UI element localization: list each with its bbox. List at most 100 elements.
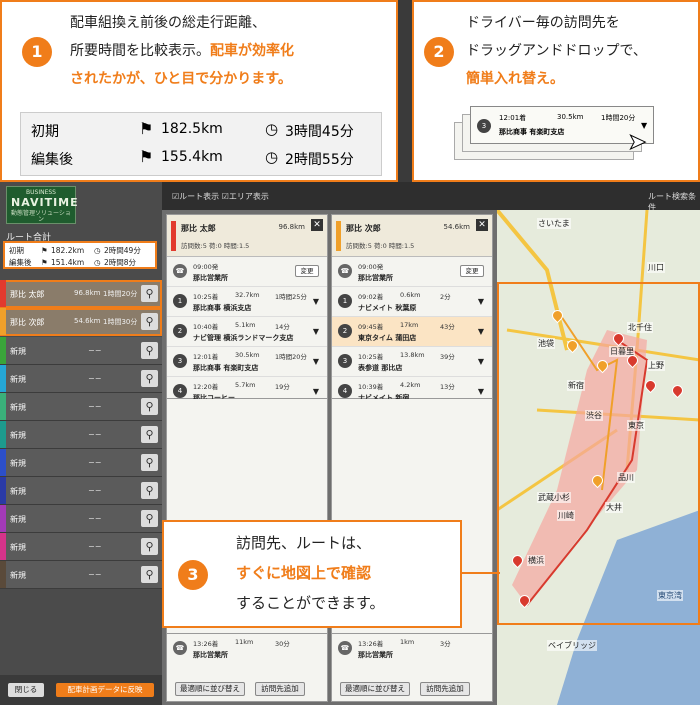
summary-time: 2時間8分 — [104, 258, 137, 267]
map-pin-icon[interactable]: ⚲ — [141, 566, 158, 583]
phone-icon: ☎ — [173, 264, 187, 278]
summary-distance: 182.2km — [51, 246, 85, 255]
callout-line: することができます。 — [236, 594, 385, 612]
map-pin-icon[interactable]: ⚲ — [141, 510, 158, 527]
visit-stop[interactable]: 1 10:25着 32.7km 1時間25分 那比商事 横浜支店 ▼ — [167, 287, 327, 317]
stop-distance: 5.1km — [235, 321, 256, 329]
stop-distance: 0.6km — [400, 291, 421, 299]
driver-row[interactable]: 那比 太郎 96.8km 1時間20分 ⚲ — [0, 280, 162, 308]
callout-drag-drop: 2 ドライバー毎の訪問先を ドラッグアンドドロップで、 簡単入れ替え。 3 12… — [412, 0, 700, 182]
driver-row[interactable]: 那比 次郎 54.6km 1時間30分 ⚲ — [0, 308, 162, 336]
summary-row-edited: 編集後 ⚑ 151.4km ◷ 2時間8分 — [9, 257, 151, 269]
stop-duration: 1時間20分 — [601, 114, 636, 122]
map-pin-icon[interactable]: ⚲ — [141, 482, 158, 499]
close-button[interactable]: 閉じる — [8, 683, 44, 697]
map-pin-icon[interactable]: ⚲ — [141, 342, 158, 359]
driver-name: 新規 — [10, 459, 26, 468]
stop-number: 2 — [338, 324, 352, 338]
depart-time: 09:00発 — [193, 263, 219, 271]
stop-number: 4 — [173, 384, 187, 398]
driver-time: 1時間20分 — [103, 290, 138, 298]
driver-row[interactable]: 新規 −− ⚲ — [0, 393, 162, 421]
map-pin-icon[interactable]: ⚲ — [141, 285, 158, 302]
visit-stop[interactable]: 2 10:40着 5.1km 14分 ナビ管理 横浜ランドマーク支店 ▼ — [167, 317, 327, 347]
stop-name: ナビメイト 秋葉原 — [358, 304, 417, 312]
visit-stop[interactable]: 3 10:25着 13.8km 39分 表参道 那比店 ▼ — [332, 347, 492, 377]
summary-distance: 151.4km — [51, 258, 85, 267]
route-map[interactable]: さいたま 川口 池袋 上野 東京 品川 大井 川崎 横浜 武蔵小杉 北千住 日暮里 新宿 渋谷 東京湾 ベイブ… — [497, 210, 700, 705]
map-pin-icon[interactable]: ⚲ — [141, 370, 158, 387]
callout-highlight: 簡単入れ替え。 — [466, 71, 564, 87]
visit-stop[interactable]: 2 09:45着 17km 43分 東京タイム 蒲田店 ▼ — [332, 317, 492, 347]
stop-distance: 30.5km — [557, 113, 584, 121]
map-pin-icon[interactable]: ⚲ — [141, 398, 158, 415]
map-pin-icon[interactable]: ⚲ — [141, 538, 158, 555]
map-label: 大井 — [605, 502, 623, 513]
dropdown-arrow-icon[interactable]: ▼ — [478, 327, 484, 336]
stop-duration: 2分 — [440, 293, 451, 301]
stop-name: 那比商事 有楽町支店 — [193, 364, 259, 372]
map-pin-icon[interactable]: ⚲ — [141, 313, 158, 330]
stop-duration: 14分 — [275, 323, 290, 331]
driver-row[interactable]: 新規 −− ⚲ — [0, 337, 162, 365]
map-pin-icon[interactable]: ⚲ — [141, 454, 158, 471]
change-button[interactable]: 変更 — [295, 265, 319, 277]
map-pin-icon[interactable]: ⚲ — [141, 426, 158, 443]
visit-stop[interactable]: 1 09:02着 0.6km 2分 ナビメイト 秋葉原 ▼ — [332, 287, 492, 317]
driver-row[interactable]: 新規 −− ⚲ — [0, 561, 162, 589]
add-visit-button[interactable]: 訪問先追加 — [255, 682, 305, 696]
dropdown-arrow-icon[interactable]: ▼ — [313, 387, 319, 396]
driver-empty-dash: −− — [88, 402, 102, 411]
navitime-logo: BUSINESS NAVITIME 動態管理ソリューション — [6, 186, 78, 224]
optimize-order-button[interactable]: 最適順に並び替え — [175, 682, 245, 696]
route-card-taro[interactable]: 那比 太郎 96.8km 訪問数:5 荷:0 時間:1.5 ✕ ☎ 09:00発… — [166, 214, 328, 437]
map-highlight-frame — [497, 282, 700, 625]
close-icon[interactable]: ✕ — [476, 219, 488, 231]
depot-name: 那比営業所 — [193, 274, 228, 282]
depart-time: 09:00発 — [358, 263, 384, 271]
phone-icon: ☎ — [338, 264, 352, 278]
dropdown-arrow-icon[interactable]: ▼ — [478, 387, 484, 396]
close-icon[interactable]: ✕ — [311, 219, 323, 231]
add-visit-button[interactable]: 訪問先追加 — [420, 682, 470, 696]
driver-row[interactable]: 新規 −− ⚲ — [0, 449, 162, 477]
driver-row[interactable]: 新規 −− ⚲ — [0, 477, 162, 505]
driver-row[interactable]: 新規 −− ⚲ — [0, 421, 162, 449]
summary-time: 2時間49分 — [104, 246, 141, 255]
driver-name: 新規 — [10, 571, 26, 580]
driver-empty-dash: −− — [88, 570, 102, 579]
summary-row-initial: 初期 ⚑ 182.2km ◷ 2時間49分 — [9, 245, 151, 257]
optimize-order-button[interactable]: 最適順に並び替え — [340, 682, 410, 696]
flag-icon: ⚑ — [139, 119, 154, 138]
driver-color-bar — [336, 221, 341, 251]
stop-duration: 19分 — [275, 383, 290, 391]
dropdown-arrow-icon[interactable]: ▼ — [478, 297, 484, 306]
change-button[interactable]: 変更 — [460, 265, 484, 277]
driver-name: 新規 — [10, 375, 26, 384]
stop-time: 10:25着 — [193, 293, 219, 301]
dropdown-arrow-icon[interactable]: ▼ — [313, 327, 319, 336]
dropdown-arrow-icon[interactable]: ▼ — [313, 357, 319, 366]
dropdown-arrow-icon[interactable]: ▼ — [478, 357, 484, 366]
driver-row[interactable]: 新規 −− ⚲ — [0, 505, 162, 533]
row-label: 初期 — [31, 124, 59, 140]
driver-row[interactable]: 新規 −− ⚲ — [0, 365, 162, 393]
drag-card[interactable]: 3 12:01着 30.5km 1時間20分 那比商事 有楽町支店 ▼ — [470, 106, 654, 144]
apply-to-plan-button[interactable]: 配車計画データに反映 — [56, 683, 154, 697]
route-card-jiro[interactable]: 那比 次郎 54.6km 訪問数:5 荷:0 時間:1.5 ✕ ☎ 09:00発… — [331, 214, 493, 437]
map-label: 北千住 — [627, 322, 653, 333]
callout-highlight: されたかが、ひと目で分かります。 — [70, 71, 292, 87]
visit-stop[interactable]: 3 12:01着 30.5km 1時間20分 那比商事 有楽町支店 ▼ — [167, 347, 327, 377]
display-toggles[interactable]: ☑ルート表示 ☑エリア表示 — [172, 191, 269, 202]
dropdown-arrow-icon[interactable]: ▼ — [313, 297, 319, 306]
segment-duration: 3分 — [440, 640, 451, 648]
map-label: 横浜 — [527, 555, 545, 566]
driver-name: 新規 — [10, 431, 26, 440]
map-label: ベイブリッジ — [547, 640, 597, 651]
callout-comparison: 1 配車組換え前後の総走行距離、 所要時間を比較表示。配車が効率化 されたかが、… — [0, 0, 398, 182]
driver-row[interactable]: 新規 −− ⚲ — [0, 533, 162, 561]
stop-number: 3 — [173, 354, 187, 368]
callout-number: 3 — [178, 560, 208, 590]
depot-end: ☎ 13:26着 1km 3分 那比営業所 — [332, 634, 492, 664]
route-card-header: 那比 次郎 54.6km 訪問数:5 荷:0 時間:1.5 ✕ — [332, 215, 492, 257]
